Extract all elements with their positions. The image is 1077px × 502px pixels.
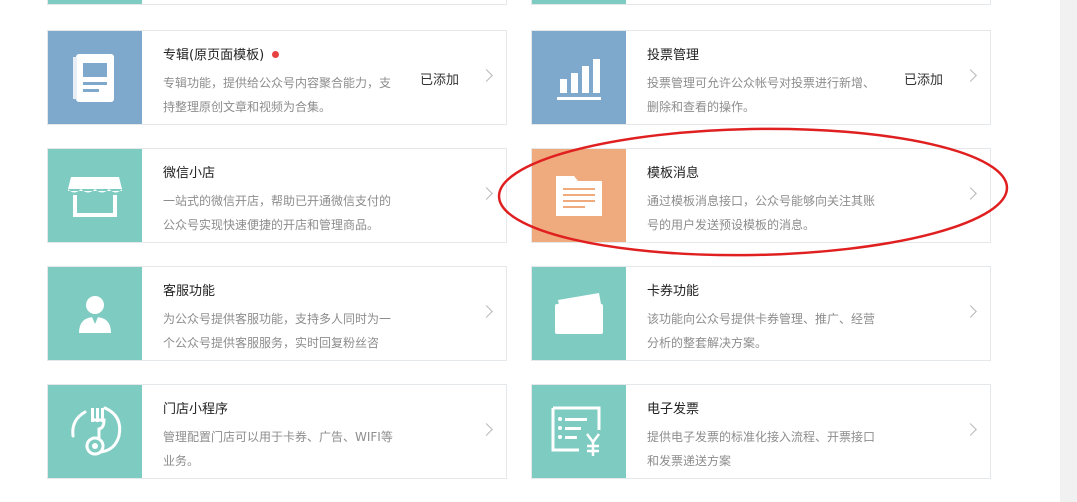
partial-card[interactable] [47, 0, 507, 5]
status-added-label: 已添加 [904, 73, 944, 88]
plugin-description: 通过模板消息接口，公众号能够向关注其账号的用户发送预设模板的消息。 [647, 194, 876, 232]
partial-card-icon [532, 0, 626, 4]
template-message-icon [532, 149, 626, 242]
status-added-label: 已添加 [420, 73, 460, 88]
plugin-title: 专辑(原页面模板) [163, 44, 280, 63]
new-badge-dot [272, 51, 280, 58]
plugin-title: 卡券功能 [647, 284, 700, 299]
plugin-description: 为公众号提供客服功能，支持多人同时为一个公众号提供客服服务，实时回复粉丝咨 [163, 312, 392, 350]
chevron-right-icon[interactable] [964, 423, 977, 436]
chevron-right-icon[interactable] [964, 187, 977, 200]
chevron-right-icon[interactable] [480, 69, 493, 82]
plugin-card-store-miniprogram[interactable]: 门店小程序 管理配置门店可以用于卡券、广告、WIFI等业务。 [47, 384, 507, 479]
plugin-card-vote[interactable]: 投票管理 投票管理可允许公众帐号对投票进行新增、删除和查看的操作。 已添加 [531, 30, 991, 125]
plugin-card-album[interactable]: 专辑(原页面模板) 专辑功能，提供给公众号内容聚合能力，支持整理原创文章和视频为… [47, 30, 507, 125]
store-icon [48, 149, 142, 242]
plugin-card-coupon[interactable]: 卡券功能 该功能向公众号提供卡券管理、推广、经营分析的整套解决方案。 [531, 266, 991, 361]
card-coupon-icon [532, 267, 626, 360]
chevron-right-icon[interactable] [480, 305, 493, 318]
plugin-title: 客服功能 [163, 284, 216, 299]
plugin-title: 微信小店 [163, 166, 216, 181]
plugin-card-template-message[interactable]: 模板消息 通过模板消息接口，公众号能够向关注其账号的用户发送预设模板的消息。 [531, 148, 991, 243]
plugin-description: 管理配置门店可以用于卡券、广告、WIFI等业务。 [163, 430, 393, 468]
plugin-card-wechat-store[interactable]: 微信小店 一站式的微信开店，帮助已开通微信支付的公众号实现快速便捷的开店和管理商… [47, 148, 507, 243]
plugin-title: 模板消息 [647, 166, 700, 181]
plugin-card-customer-service[interactable]: 客服功能 为公众号提供客服功能，支持多人同时为一个公众号提供客服服务，实时回复粉… [47, 266, 507, 361]
plugin-title: 门店小程序 [163, 402, 229, 417]
partial-card[interactable] [531, 0, 991, 5]
customer-service-icon [48, 267, 142, 360]
chevron-right-icon[interactable] [964, 305, 977, 318]
plugin-title: 电子发票 [647, 402, 700, 417]
vote-chart-icon [532, 31, 626, 124]
plugin-description: 该功能向公众号提供卡券管理、推广、经营分析的整套解决方案。 [647, 312, 876, 350]
plugin-description: 一站式的微信开店，帮助已开通微信支付的公众号实现快速便捷的开店和管理商品。 [163, 194, 392, 232]
chevron-right-icon[interactable] [480, 187, 493, 200]
scrollbar[interactable] [1060, 0, 1077, 502]
album-icon [48, 31, 142, 124]
chevron-right-icon[interactable] [964, 69, 977, 82]
plugin-card-e-invoice[interactable]: 电子发票 提供电子发票的标准化接入流程、开票接口和发票递送方案 [531, 384, 991, 479]
store-miniprogram-icon [48, 385, 142, 478]
chevron-right-icon[interactable] [480, 423, 493, 436]
plugin-description: 专辑功能，提供给公众号内容聚合能力，支持整理原创文章和视频为合集。 [163, 76, 392, 114]
plugin-description: 投票管理可允许公众帐号对投票进行新增、删除和查看的操作。 [647, 76, 876, 114]
plugin-title: 投票管理 [647, 48, 700, 63]
partial-card-icon [48, 0, 142, 4]
plugin-description: 提供电子发票的标准化接入流程、开票接口和发票递送方案 [647, 430, 876, 468]
e-invoice-icon [532, 385, 626, 478]
